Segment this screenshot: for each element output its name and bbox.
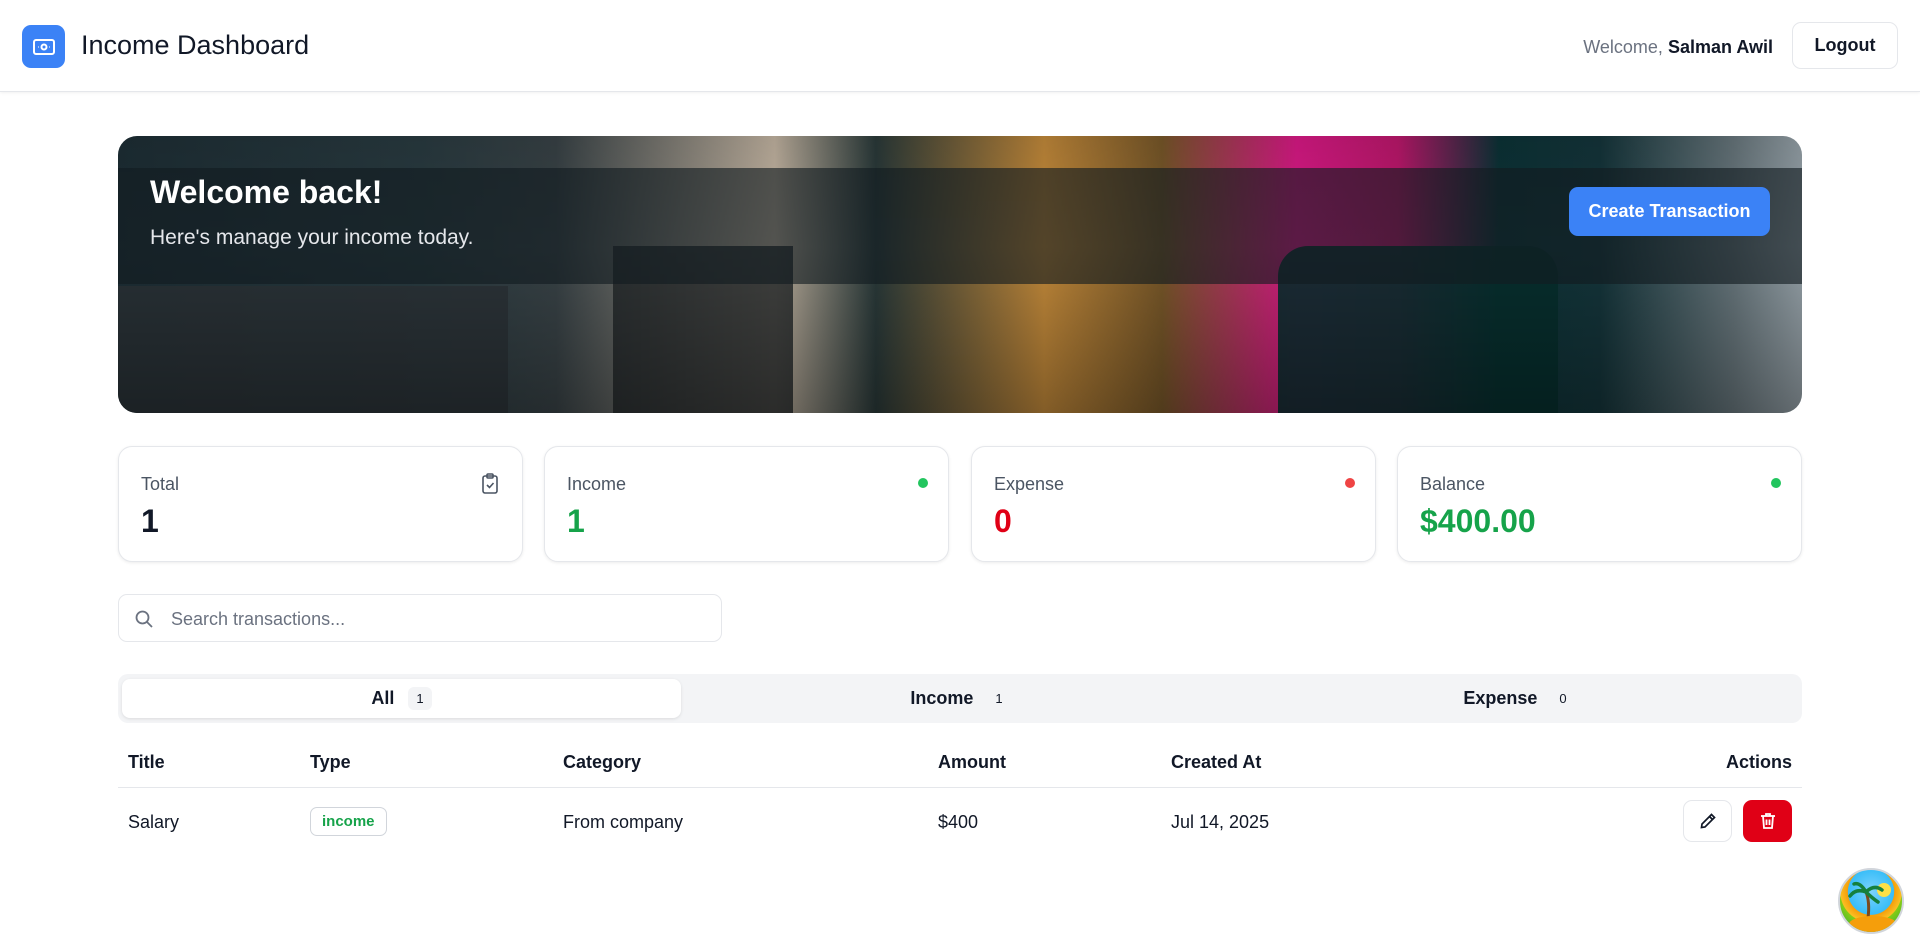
stat-value: 0 [994, 503, 1012, 539]
stat-value: $400.00 [1420, 503, 1536, 539]
stat-label: Income [567, 474, 627, 494]
money-icon [22, 25, 65, 68]
tab-label: All [371, 688, 395, 708]
status-dot-icon [1771, 478, 1781, 488]
stat-value: 1 [567, 503, 585, 539]
cell-category: From company [563, 812, 684, 832]
transaction-tabs: All 1 Income 1 Expense 0 [118, 674, 1802, 723]
table-divider [118, 787, 1802, 788]
top-navbar: Income Dashboard Welcome, Salman Awil Lo… [0, 0, 1920, 92]
tab-count-badge: 0 [1559, 691, 1567, 706]
search-icon [135, 610, 153, 628]
app-title: Income Dashboard [81, 30, 310, 60]
stat-label: Total [141, 474, 180, 494]
tab-count-badge: 1 [995, 691, 1003, 706]
tab-count-badge: 1 [408, 687, 432, 710]
clipboard-check-icon [482, 473, 498, 494]
stat-card-balance: Balance $400.00 [1397, 446, 1802, 562]
hero-banner: Welcome back! Here's manage your income … [118, 136, 1802, 413]
tab-label: Income [910, 688, 974, 708]
welcome-message: Welcome, Salman Awil [1583, 37, 1773, 58]
cell-created-at: Jul 14, 2025 [1171, 812, 1270, 832]
palm-island-icon [1848, 881, 1897, 932]
trash-icon [1760, 813, 1775, 829]
column-header-type: Type [310, 752, 351, 772]
type-badge: income [310, 807, 387, 836]
avatar[interactable] [1838, 868, 1904, 934]
search-input[interactable] [171, 604, 701, 634]
column-header-category: Category [563, 752, 642, 772]
cell-amount: $400 [938, 812, 979, 832]
stat-card-total: Total 1 [118, 446, 523, 562]
welcome-prefix: Welcome, [1583, 37, 1663, 57]
stat-card-income: Income 1 [544, 446, 949, 562]
cell-title: Salary [128, 812, 180, 832]
logout-button[interactable]: Logout [1792, 22, 1898, 69]
tab-income[interactable]: Income 1 [681, 679, 1240, 718]
edit-button[interactable] [1683, 800, 1732, 842]
stat-label: Balance [1420, 474, 1486, 494]
column-header-created-at: Created At [1171, 752, 1262, 772]
status-dot-icon [918, 478, 928, 488]
delete-button[interactable] [1743, 800, 1792, 842]
hero-title: Welcome back! [150, 174, 383, 210]
create-transaction-button[interactable]: Create Transaction [1569, 187, 1770, 236]
tab-all[interactable]: All 1 [122, 679, 681, 718]
stat-card-expense: Expense 0 [971, 446, 1376, 562]
stat-value: 1 [141, 503, 159, 539]
column-header-actions: Actions [1725, 752, 1792, 772]
tab-label: Expense [1463, 688, 1538, 708]
search-box [118, 594, 722, 642]
pencil-icon [1699, 813, 1716, 829]
hero-subtitle: Here's manage your income today. [150, 226, 474, 249]
tab-expense[interactable]: Expense 0 [1240, 679, 1798, 718]
status-dot-icon [1345, 478, 1355, 488]
column-header-amount: Amount [938, 752, 1006, 772]
stat-label: Expense [994, 474, 1065, 494]
user-name: Salman Awil [1667, 37, 1773, 57]
column-header-title: Title [128, 752, 165, 772]
